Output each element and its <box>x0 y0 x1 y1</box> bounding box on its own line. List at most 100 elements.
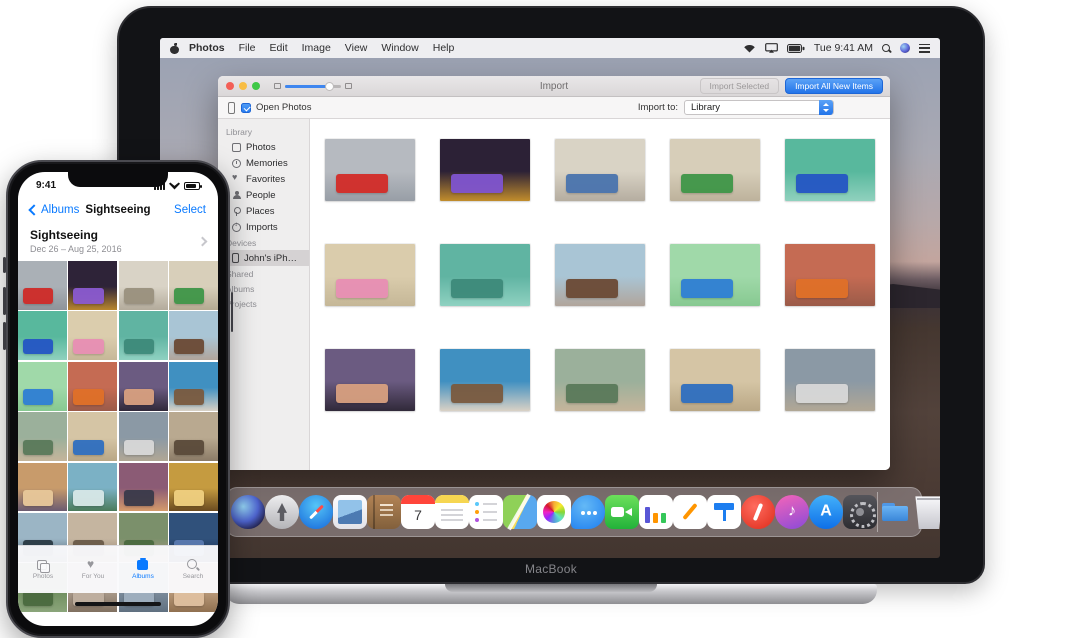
sidebar-item-imports[interactable]: Imports <box>218 219 309 235</box>
photo-thumbnail[interactable] <box>68 362 117 411</box>
window-titlebar[interactable]: Import Import Selected Import All New It… <box>218 76 890 97</box>
photo-thumbnail[interactable] <box>68 311 117 360</box>
photo-thumbnail[interactable] <box>169 261 218 310</box>
dock-safari-icon[interactable] <box>299 495 333 529</box>
photo-thumbnail[interactable] <box>18 412 67 461</box>
dock-pages-icon[interactable] <box>673 495 707 529</box>
sidebar-item-photos[interactable]: Photos <box>218 139 309 155</box>
home-indicator[interactable] <box>75 602 161 606</box>
close-window-button[interactable] <box>226 82 234 90</box>
tab-albums[interactable]: Albums <box>118 546 168 593</box>
import-all-new-items-button[interactable]: Import All New Items <box>785 78 883 94</box>
dock-keynote-icon[interactable] <box>707 495 741 529</box>
select-button[interactable]: Select <box>174 204 206 216</box>
dock-maps-icon[interactable] <box>503 495 537 529</box>
menu-item-help[interactable]: Help <box>433 42 455 54</box>
photo-thumbnail[interactable] <box>555 139 645 201</box>
import-selected-button[interactable]: Import Selected <box>700 78 780 94</box>
menu-item-edit[interactable]: Edit <box>270 42 288 54</box>
import-to-value: Library <box>691 102 720 113</box>
sidebar-item-john-s-iph[interactable]: John's iPh… <box>218 250 309 266</box>
menu-item-window[interactable]: Window <box>381 42 418 54</box>
photo-thumbnail[interactable] <box>18 362 67 411</box>
dock-notes-icon[interactable] <box>435 495 469 529</box>
photo-thumbnail[interactable] <box>169 463 218 512</box>
photo-thumbnail[interactable] <box>119 362 168 411</box>
photo-thumbnail[interactable] <box>68 463 117 512</box>
dock-contacts-icon[interactable] <box>367 495 401 529</box>
photo-thumbnail[interactable] <box>785 349 875 411</box>
menu-item-view[interactable]: View <box>345 42 368 54</box>
apple-logo-icon[interactable] <box>170 43 179 54</box>
tab-photos[interactable]: Photos <box>18 546 68 593</box>
dock-calendar-icon[interactable]: 7 <box>401 495 435 529</box>
imports-icon <box>232 223 241 232</box>
photo-thumbnail[interactable] <box>440 244 530 306</box>
zoom-window-button[interactable] <box>252 82 260 90</box>
photo-thumbnail[interactable] <box>119 311 168 360</box>
dock-siri-icon[interactable] <box>231 495 265 529</box>
sidebar-item-people[interactable]: People <box>218 187 309 203</box>
photo-thumbnail[interactable] <box>785 139 875 201</box>
import-to-select[interactable]: Library <box>684 100 834 115</box>
photo-thumbnail[interactable] <box>68 261 117 310</box>
spotlight-icon[interactable] <box>882 44 891 53</box>
dock-mail-icon[interactable] <box>333 495 367 529</box>
dock-numbers-icon[interactable] <box>639 495 673 529</box>
photo-thumbnail[interactable] <box>440 139 530 201</box>
minimize-window-button[interactable] <box>239 82 247 90</box>
dock-trash-icon[interactable] <box>912 495 940 529</box>
photo-thumbnail[interactable] <box>119 261 168 310</box>
dock-photos-icon[interactable] <box>537 495 571 529</box>
tab-foryou[interactable]: For You <box>68 546 118 593</box>
siri-icon[interactable] <box>900 43 910 53</box>
photo-thumbnail[interactable] <box>18 311 67 360</box>
back-to-albums-button[interactable]: Albums <box>30 204 79 216</box>
photo-thumbnail[interactable] <box>440 349 530 411</box>
dock-facetime-icon[interactable] <box>605 495 639 529</box>
photo-thumbnail[interactable] <box>670 244 760 306</box>
photo-thumbnail[interactable] <box>119 412 168 461</box>
photo-thumbnail[interactable] <box>18 261 67 310</box>
photo-thumbnail[interactable] <box>169 362 218 411</box>
photo-thumbnail[interactable] <box>670 349 760 411</box>
dock-messages-icon[interactable] <box>571 495 605 529</box>
dock-launchpad-icon[interactable] <box>265 495 299 529</box>
photo-thumbnail[interactable] <box>555 349 645 411</box>
notification-center-icon[interactable] <box>919 44 930 53</box>
photo-thumbnail[interactable] <box>785 244 875 306</box>
dock-news-icon[interactable] <box>741 495 775 529</box>
sidebar-item-favorites[interactable]: Favorites <box>218 171 309 187</box>
dock-sysprefs-icon[interactable] <box>843 495 877 529</box>
wifi-icon[interactable] <box>743 43 756 53</box>
photo-thumbnail[interactable] <box>325 139 415 201</box>
sidebar-item-places[interactable]: Places <box>218 203 309 219</box>
dock-reminders-icon[interactable] <box>469 495 503 529</box>
dock-appstore-icon[interactable]: A <box>809 495 843 529</box>
battery-icon[interactable] <box>787 44 805 53</box>
slider-knob[interactable] <box>325 82 334 91</box>
menu-bar-clock[interactable]: Tue 9:41 AM <box>814 42 873 54</box>
dock-downloads-icon[interactable] <box>878 495 912 529</box>
photo-thumbnail[interactable] <box>670 139 760 201</box>
photo-thumbnail[interactable] <box>119 463 168 512</box>
photo-thumbnail[interactable] <box>68 412 117 461</box>
photo-thumbnail[interactable] <box>169 412 218 461</box>
sidebar-header-library: Library <box>218 124 309 139</box>
menu-item-photos[interactable]: Photos <box>189 42 225 54</box>
photo-thumbnail[interactable] <box>325 244 415 306</box>
dock-itunes-icon[interactable]: ♪ <box>775 495 809 529</box>
photo-thumbnail[interactable] <box>325 349 415 411</box>
menu-item-file[interactable]: File <box>239 42 256 54</box>
photo-subject-accent <box>23 389 53 405</box>
thumbnail-size-slider[interactable] <box>285 85 341 88</box>
tab-search[interactable]: Search <box>168 546 218 593</box>
menu-item-image[interactable]: Image <box>302 42 331 54</box>
screen-mirroring-icon[interactable] <box>765 43 778 53</box>
photo-thumbnail[interactable] <box>18 463 67 512</box>
open-photos-checkbox[interactable] <box>241 103 251 113</box>
album-header-row[interactable]: Sightseeing Dec 26 – Aug 25, 2016 <box>18 223 218 261</box>
photo-thumbnail[interactable] <box>555 244 645 306</box>
photo-thumbnail[interactable] <box>169 311 218 360</box>
sidebar-item-memories[interactable]: Memories <box>218 155 309 171</box>
